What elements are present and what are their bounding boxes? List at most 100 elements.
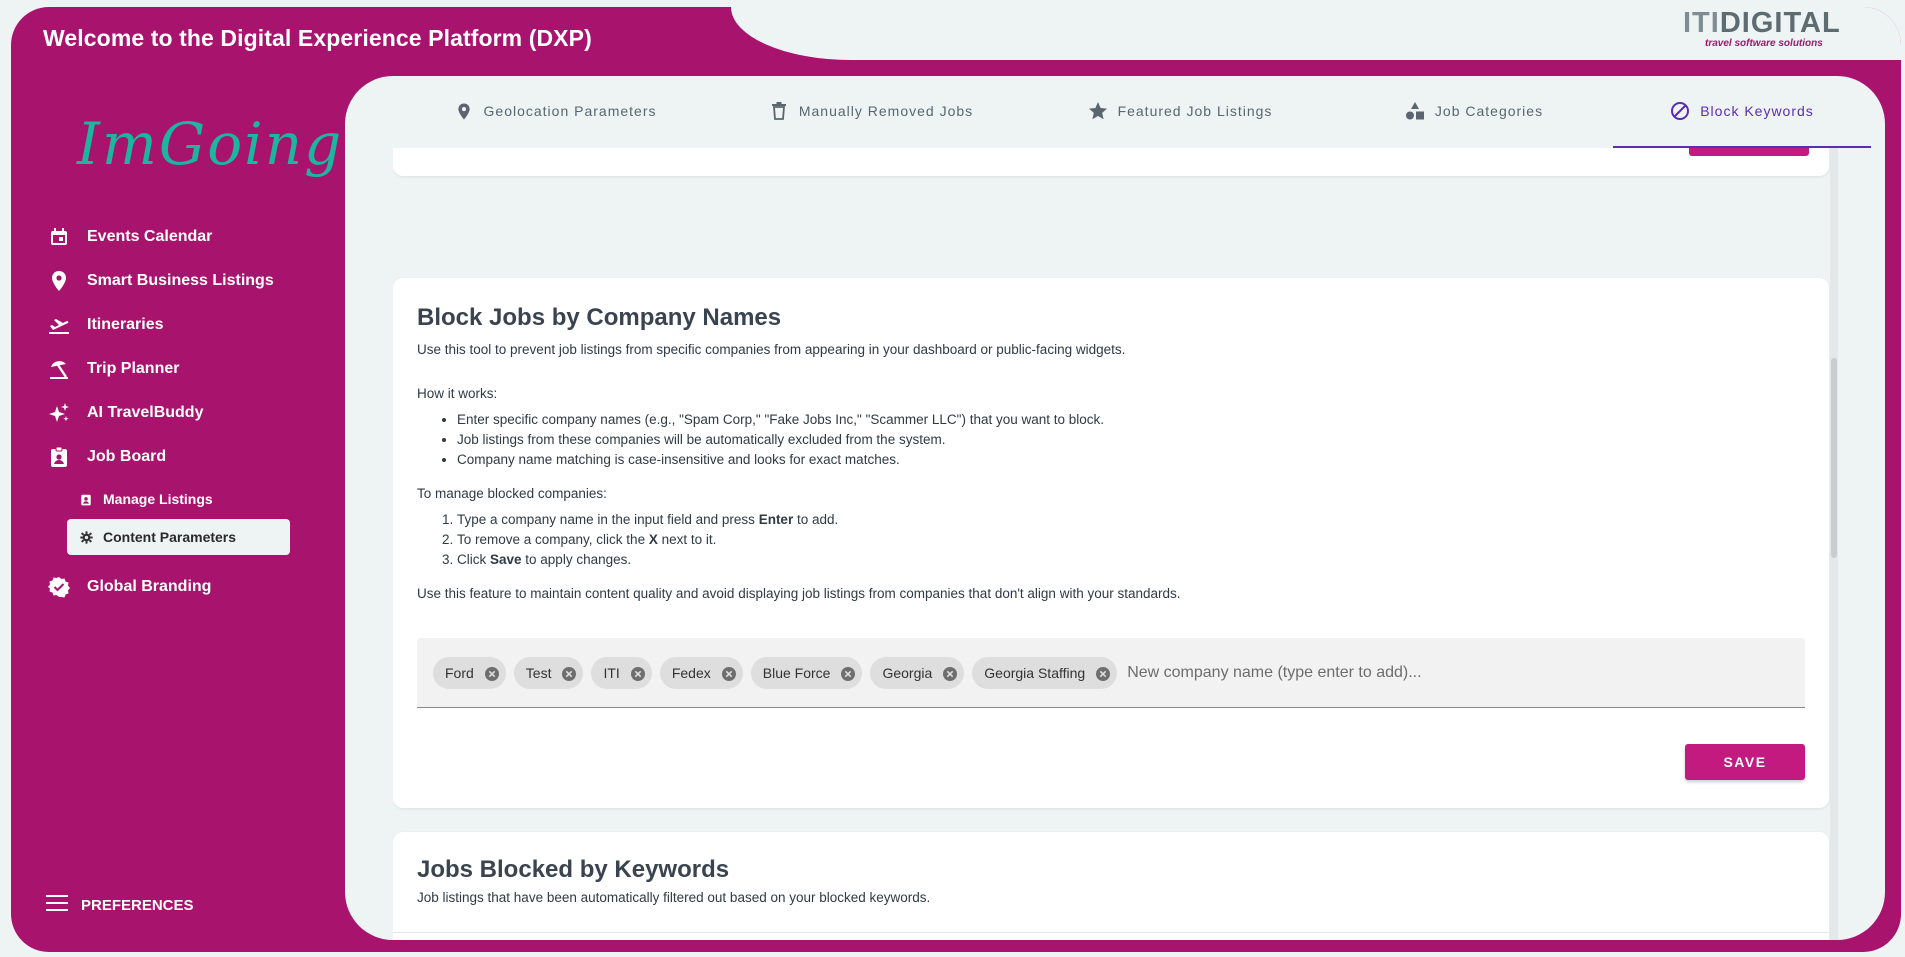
company-chip: Ford [433, 656, 506, 689]
blocked-jobs-title: Jobs Blocked by Keywords [417, 856, 730, 883]
how-it-works-list: Enter specific company names (e.g., "Spa… [417, 410, 1797, 470]
sidebar-item-global-branding[interactable]: Global Branding [47, 565, 307, 609]
brand-word-part1: ITI [1683, 7, 1720, 39]
block-companies-card: Block Jobs by Company Names Use this too… [393, 278, 1829, 808]
tab-manually-removed-jobs[interactable]: Manually Removed Jobs [717, 76, 1025, 146]
block-footer-note: Use this feature to maintain content qua… [417, 586, 1181, 601]
imgoing-logo: ImGoing [77, 110, 344, 178]
app-title: Welcome to the Digital Experience Platfo… [43, 25, 592, 51]
blocked-jobs-card: Jobs Blocked by Keywords Job listings th… [393, 832, 1829, 940]
sidebar-item-label: Global Branding [87, 578, 212, 595]
chip-label: Test [525, 664, 552, 681]
chip-label: Georgia [882, 664, 933, 681]
sidebar-subitem-label: Content Parameters [103, 529, 237, 545]
chip-close-icon[interactable] [942, 666, 958, 682]
manage-title: To manage blocked companies: [417, 486, 607, 501]
sidebar-subitem-label: Manage Listings [103, 491, 213, 507]
sparkles-icon [47, 401, 71, 425]
block-intro: Use this tool to prevent job listings fr… [417, 342, 1126, 357]
list-item: Enter specific company names (e.g., "Spa… [457, 410, 1797, 430]
list-item: To remove a company, click the X next to… [457, 530, 1797, 550]
gear-icon [79, 530, 93, 544]
tab-bar: Geolocation Parameters Manually Removed … [393, 76, 1883, 148]
chip-close-icon[interactable] [840, 666, 856, 682]
manage-steps-list: Type a company name in the input field a… [417, 510, 1797, 570]
location-pin-icon [454, 101, 474, 121]
company-chip: ITI [591, 656, 652, 689]
tab-label: Manually Removed Jobs [798, 103, 974, 119]
sidebar-item-label: AI TravelBuddy [87, 404, 204, 421]
tab-label: Featured Job Listings [1117, 103, 1273, 119]
new-company-input[interactable] [1125, 662, 1805, 683]
sidebar-item-label: Trip Planner [87, 360, 180, 377]
company-chip: Test [513, 656, 584, 689]
sidebar-item-ai-travelbuddy[interactable]: AI TravelBuddy [47, 391, 307, 435]
content-scrollbar[interactable] [1830, 148, 1838, 940]
block-icon [1670, 101, 1690, 121]
list-item: Type a company name in the input field a… [457, 510, 1797, 530]
block-companies-instructions: Use this tool to prevent job listings fr… [417, 340, 1797, 604]
star-icon [1088, 101, 1108, 121]
tab-geolocation-parameters[interactable]: Geolocation Parameters [393, 76, 717, 146]
beach-umbrella-icon [47, 357, 71, 381]
sidebar-subitem-manage-listings[interactable]: Manage Listings [67, 481, 290, 517]
iti-digital-logo: ITIDIGITAL travel software solutions [1683, 8, 1873, 50]
sidebar-item-label: Events Calendar [87, 228, 213, 245]
chip-label: Fedex [671, 664, 711, 681]
brand-word-part2: DIGITAL [1719, 7, 1841, 39]
blocked-jobs-subtitle: Job listings that have been automaticall… [417, 890, 931, 905]
tab-label: Geolocation Parameters [483, 103, 657, 119]
badge-icon [79, 492, 93, 506]
company-chip: Georgia [870, 656, 965, 689]
plane-takeoff-icon [47, 313, 71, 337]
chip-close-icon[interactable] [630, 666, 646, 682]
list-item: Click Save to apply changes. [457, 550, 1797, 570]
chip-label: ITI [603, 664, 620, 681]
sidebar-item-label: Itineraries [87, 316, 164, 333]
list-item: Company name matching is case-insensitiv… [457, 450, 1797, 470]
trash-icon [769, 101, 789, 121]
chip-label: Blue Force [762, 664, 831, 681]
sidebar-item-events-calendar[interactable]: Events Calendar [47, 215, 307, 259]
previous-card-button[interactable] [1689, 148, 1809, 156]
company-chip-input[interactable]: Ford Test ITI Fedex Blue Force Georgia G… [417, 638, 1805, 708]
tab-featured-job-listings[interactable]: Featured Job Listings [1025, 76, 1335, 146]
sidebar-item-label: Job Board [87, 448, 167, 465]
preferences-button[interactable]: PREFERENCES [45, 893, 194, 917]
tab-job-categories[interactable]: Job Categories [1335, 76, 1613, 146]
sidebar-subitem-content-parameters[interactable]: Content Parameters [67, 519, 290, 555]
shapes-icon [1405, 101, 1425, 121]
save-button[interactable]: SAVE [1685, 744, 1805, 780]
list-item: Job listings from these companies will b… [457, 430, 1797, 450]
main-panel: Geolocation Parameters Manually Removed … [345, 76, 1885, 940]
sidebar-item-job-board[interactable]: Job Board [47, 435, 307, 479]
scrollbar-thumb[interactable] [1831, 358, 1837, 558]
company-chip: Blue Force [750, 656, 863, 689]
calendar-icon [47, 225, 71, 249]
chip-close-icon[interactable] [561, 666, 577, 682]
location-pin-icon [47, 269, 71, 293]
company-chip: Georgia Staffing [972, 656, 1118, 689]
sidebar-item-trip-planner[interactable]: Trip Planner [47, 347, 307, 391]
brand-tagline: travel software solutions [1705, 38, 1823, 49]
content-area: Block Jobs by Company Names Use this too… [393, 148, 1845, 940]
sidebar-item-smart-business-listings[interactable]: Smart Business Listings [47, 259, 307, 303]
verified-icon [47, 575, 71, 599]
tab-block-keywords[interactable]: Block Keywords [1613, 76, 1871, 148]
chip-close-icon[interactable] [721, 666, 737, 682]
sidebar: ImGoing Events Calendar Smart Business L… [11, 60, 341, 950]
chip-close-icon[interactable] [1095, 666, 1111, 682]
hamburger-menu-icon [45, 893, 69, 917]
brand-wordmark: ITIDIGITAL [1683, 8, 1873, 38]
sidebar-item-label: Smart Business Listings [87, 272, 274, 289]
preferences-label: PREFERENCES [81, 896, 194, 914]
badge-icon [47, 445, 71, 469]
tab-label: Job Categories [1434, 103, 1544, 119]
sidebar-nav: Events Calendar Smart Business Listings … [47, 215, 307, 609]
chip-label: Ford [445, 664, 474, 681]
chip-close-icon[interactable] [484, 666, 500, 682]
sidebar-item-itineraries[interactable]: Itineraries [47, 303, 307, 347]
divider [393, 932, 1829, 933]
block-companies-title: Block Jobs by Company Names [417, 304, 782, 331]
tab-label: Block Keywords [1700, 103, 1814, 119]
